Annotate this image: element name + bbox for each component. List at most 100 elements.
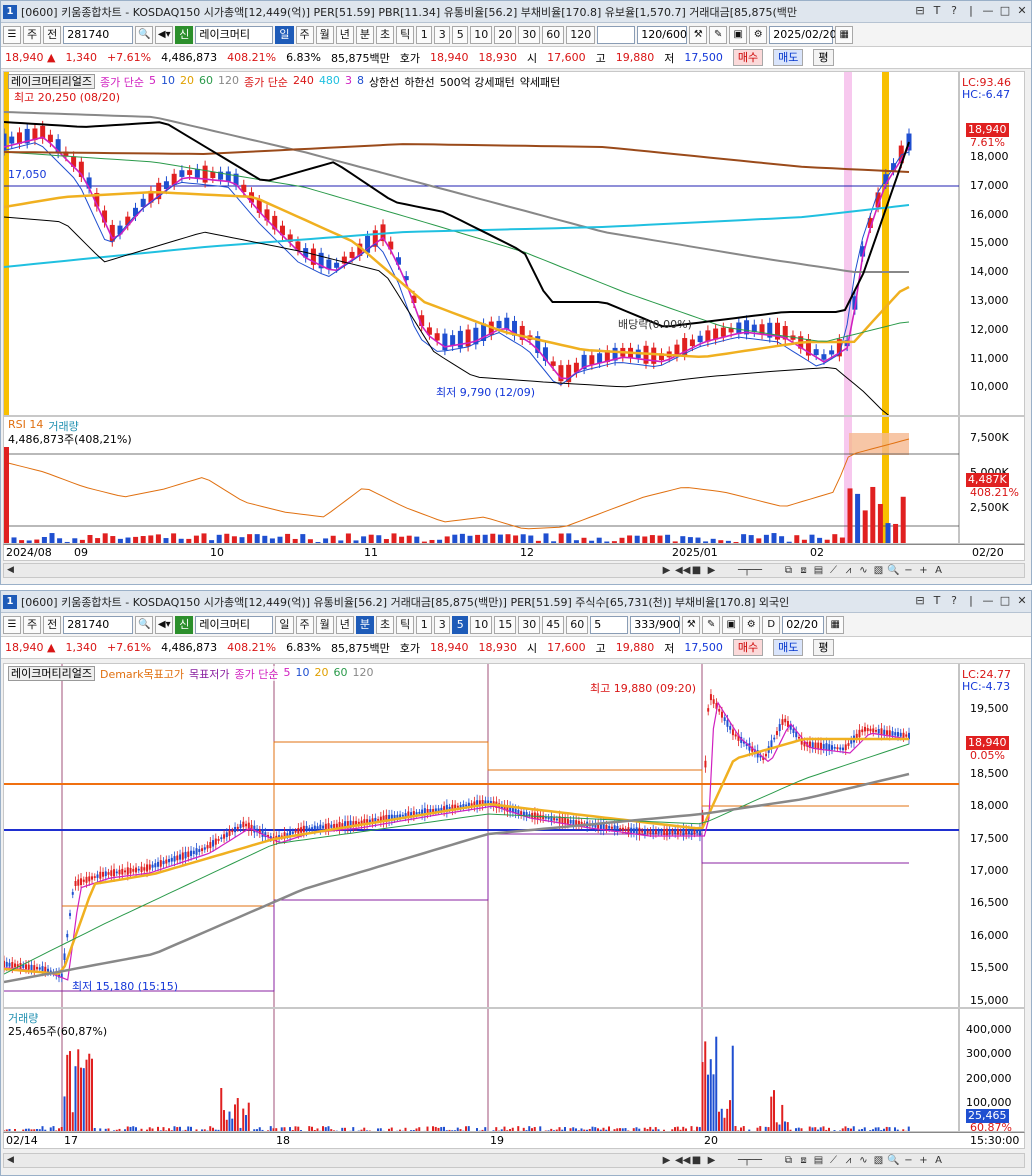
trend-icon[interactable]: ⟋ <box>827 1155 840 1166</box>
menu-icon[interactable]: ☰ <box>3 615 21 634</box>
title-bar[interactable]: 1 [0600] 키움종합차트 - KOSDAQ150 시가총액[12,449(… <box>1 591 1031 613</box>
interval-60[interactable]: 60 <box>542 25 565 44</box>
period-day[interactable]: 일 <box>275 615 294 634</box>
plus-icon[interactable]: + <box>917 1155 930 1166</box>
zoom-icon[interactable]: 🔍 <box>887 1155 900 1166</box>
period-tick[interactable]: 틱 <box>396 615 415 634</box>
interval-10[interactable]: 10 <box>470 25 493 44</box>
menu-icon[interactable]: ☰ <box>3 25 21 44</box>
font-icon[interactable]: A <box>932 1155 945 1166</box>
stop-icon[interactable]: ■ <box>690 565 703 576</box>
interval-1[interactable]: 1 <box>416 615 433 634</box>
period-year[interactable]: 년 <box>335 25 354 44</box>
date-input[interactable]: 02/20 <box>782 615 825 634</box>
maximize-icon[interactable]: □ <box>998 3 1012 19</box>
interval-input[interactable] <box>597 25 636 44</box>
prev-button[interactable]: 전 <box>43 25 62 44</box>
minus-icon[interactable]: − <box>902 1155 915 1166</box>
zoom-icon[interactable]: 🔍 <box>887 565 900 576</box>
period-minute[interactable]: 분 <box>355 615 374 634</box>
zoom-slider[interactable]: ─┬── <box>720 565 780 576</box>
interval-3[interactable]: 3 <box>434 25 451 44</box>
scroll-right-icon[interactable]: ▶ <box>660 565 673 576</box>
grid-icon[interactable]: ▤ <box>812 565 825 576</box>
tool-icon[interactable]: ⚒ <box>689 25 708 44</box>
period-month[interactable]: 월 <box>315 615 334 634</box>
font-icon[interactable]: A <box>932 565 945 576</box>
play-icon[interactable]: ▶ <box>705 1155 718 1166</box>
minute-price-chart[interactable]: 레이크머티리얼즈 Demark목표고가 목표저가 종가 단순 5 10 20 6… <box>3 663 1025 1008</box>
date-checkbox[interactable]: D <box>762 615 781 634</box>
help-icon[interactable]: ? <box>947 593 961 609</box>
picture-icon[interactable]: ▧ <box>872 565 885 576</box>
search-icon[interactable]: 🔍 <box>135 25 154 44</box>
period-second[interactable]: 초 <box>376 25 395 44</box>
text-icon[interactable]: T <box>930 593 944 609</box>
interval-5[interactable]: 5 <box>452 615 469 634</box>
minimize-icon[interactable]: — <box>981 3 995 19</box>
close-icon[interactable]: ✕ <box>1015 593 1029 609</box>
wave-icon[interactable]: ∿ <box>857 565 870 576</box>
count-input[interactable]: 120/600 <box>637 25 688 44</box>
minimize-icon[interactable]: — <box>981 593 995 609</box>
buy-button[interactable]: 매수 <box>732 49 764 66</box>
interval-30[interactable]: 30 <box>518 25 541 44</box>
trend-icon[interactable]: ⟋ <box>827 565 840 576</box>
maximize-icon[interactable]: □ <box>998 593 1012 609</box>
search-icon[interactable]: 🔍 <box>135 615 154 634</box>
interval-1[interactable]: 1 <box>416 25 433 44</box>
code-input[interactable]: 281740 <box>63 25 134 44</box>
interval-45[interactable]: 45 <box>542 615 565 634</box>
layout-icon[interactable]: ⧉ <box>782 1155 795 1166</box>
code-input[interactable]: 281740 <box>63 615 134 634</box>
interval-20[interactable]: 20 <box>494 25 517 44</box>
avg-button[interactable]: 평 <box>813 49 834 66</box>
copy-icon[interactable]: ⧈ <box>797 565 810 576</box>
close-icon[interactable]: ✕ <box>1015 3 1029 19</box>
period-day[interactable]: 일 <box>275 25 294 44</box>
speaker-icon[interactable]: ◀▾ <box>155 25 174 44</box>
prev-button[interactable]: 전 <box>43 615 62 634</box>
mode-select[interactable]: 주 <box>23 615 42 634</box>
rewind-icon[interactable]: ◀◀ <box>675 565 690 576</box>
mode-select[interactable]: 주 <box>23 25 42 44</box>
plus-icon[interactable]: + <box>917 565 930 576</box>
interval-15[interactable]: 15 <box>494 615 517 634</box>
help-icon[interactable]: ? <box>947 3 961 19</box>
interval-input[interactable]: 5 <box>590 615 629 634</box>
period-week[interactable]: 주 <box>295 25 314 44</box>
minute-scrollbar[interactable]: ◀ ▶ ◀◀ ■ ▶ ─┬── ⧉ ⧈ ▤ ⟋ ⩘ ∿ ▧ 🔍 − + A <box>3 1153 1025 1168</box>
layout-icon[interactable]: ⊟ <box>913 593 927 609</box>
interval-120[interactable]: 120 <box>566 25 596 44</box>
period-tick[interactable]: 틱 <box>396 25 415 44</box>
period-second[interactable]: 초 <box>376 615 395 634</box>
grid-icon[interactable]: ▤ <box>812 1155 825 1166</box>
scroll-left-icon[interactable]: ◀ <box>4 564 17 577</box>
gear-icon[interactable]: ⚙ <box>749 25 768 44</box>
scroll-left-icon[interactable]: ◀ <box>4 1154 17 1167</box>
zoom-slider[interactable]: ─┬── <box>720 1155 780 1166</box>
picture-icon[interactable]: ▧ <box>872 1155 885 1166</box>
avg-button[interactable]: 평 <box>813 639 834 656</box>
daily-price-chart[interactable]: 레이크머티리얼즈 종가 단순 5 10 20 60 120 종가 단순 240 … <box>3 71 1025 416</box>
period-week[interactable]: 주 <box>295 615 314 634</box>
scroll-right-icon[interactable]: ▶ <box>660 1155 673 1166</box>
pattern-icon[interactable]: ⩘ <box>842 1155 855 1166</box>
daily-scrollbar[interactable]: ◀ ▶ ◀◀ ■ ▶ ─┬── ⧉ ⧈ ▤ ⟋ ⩘ ∿ ▧ 🔍 − + A <box>3 563 1025 578</box>
period-year[interactable]: 년 <box>335 615 354 634</box>
pattern-icon[interactable]: ⩘ <box>842 565 855 576</box>
layout-icon[interactable]: ⧉ <box>782 565 795 576</box>
minus-icon[interactable]: − <box>902 565 915 576</box>
interval-10[interactable]: 10 <box>470 615 493 634</box>
interval-5[interactable]: 5 <box>452 25 469 44</box>
interval-3[interactable]: 3 <box>434 615 451 634</box>
draw-icon[interactable]: ✎ <box>702 615 721 634</box>
date-input[interactable]: 2025/02/20 <box>769 25 837 44</box>
stop-icon[interactable]: ■ <box>690 1155 703 1166</box>
interval-60[interactable]: 60 <box>566 615 589 634</box>
play-icon[interactable]: ▶ <box>705 565 718 576</box>
text-icon[interactable]: T <box>930 3 944 19</box>
wave-icon[interactable]: ∿ <box>857 1155 870 1166</box>
count-input[interactable]: 333/900 <box>630 615 681 634</box>
speaker-icon[interactable]: ◀▾ <box>155 615 174 634</box>
